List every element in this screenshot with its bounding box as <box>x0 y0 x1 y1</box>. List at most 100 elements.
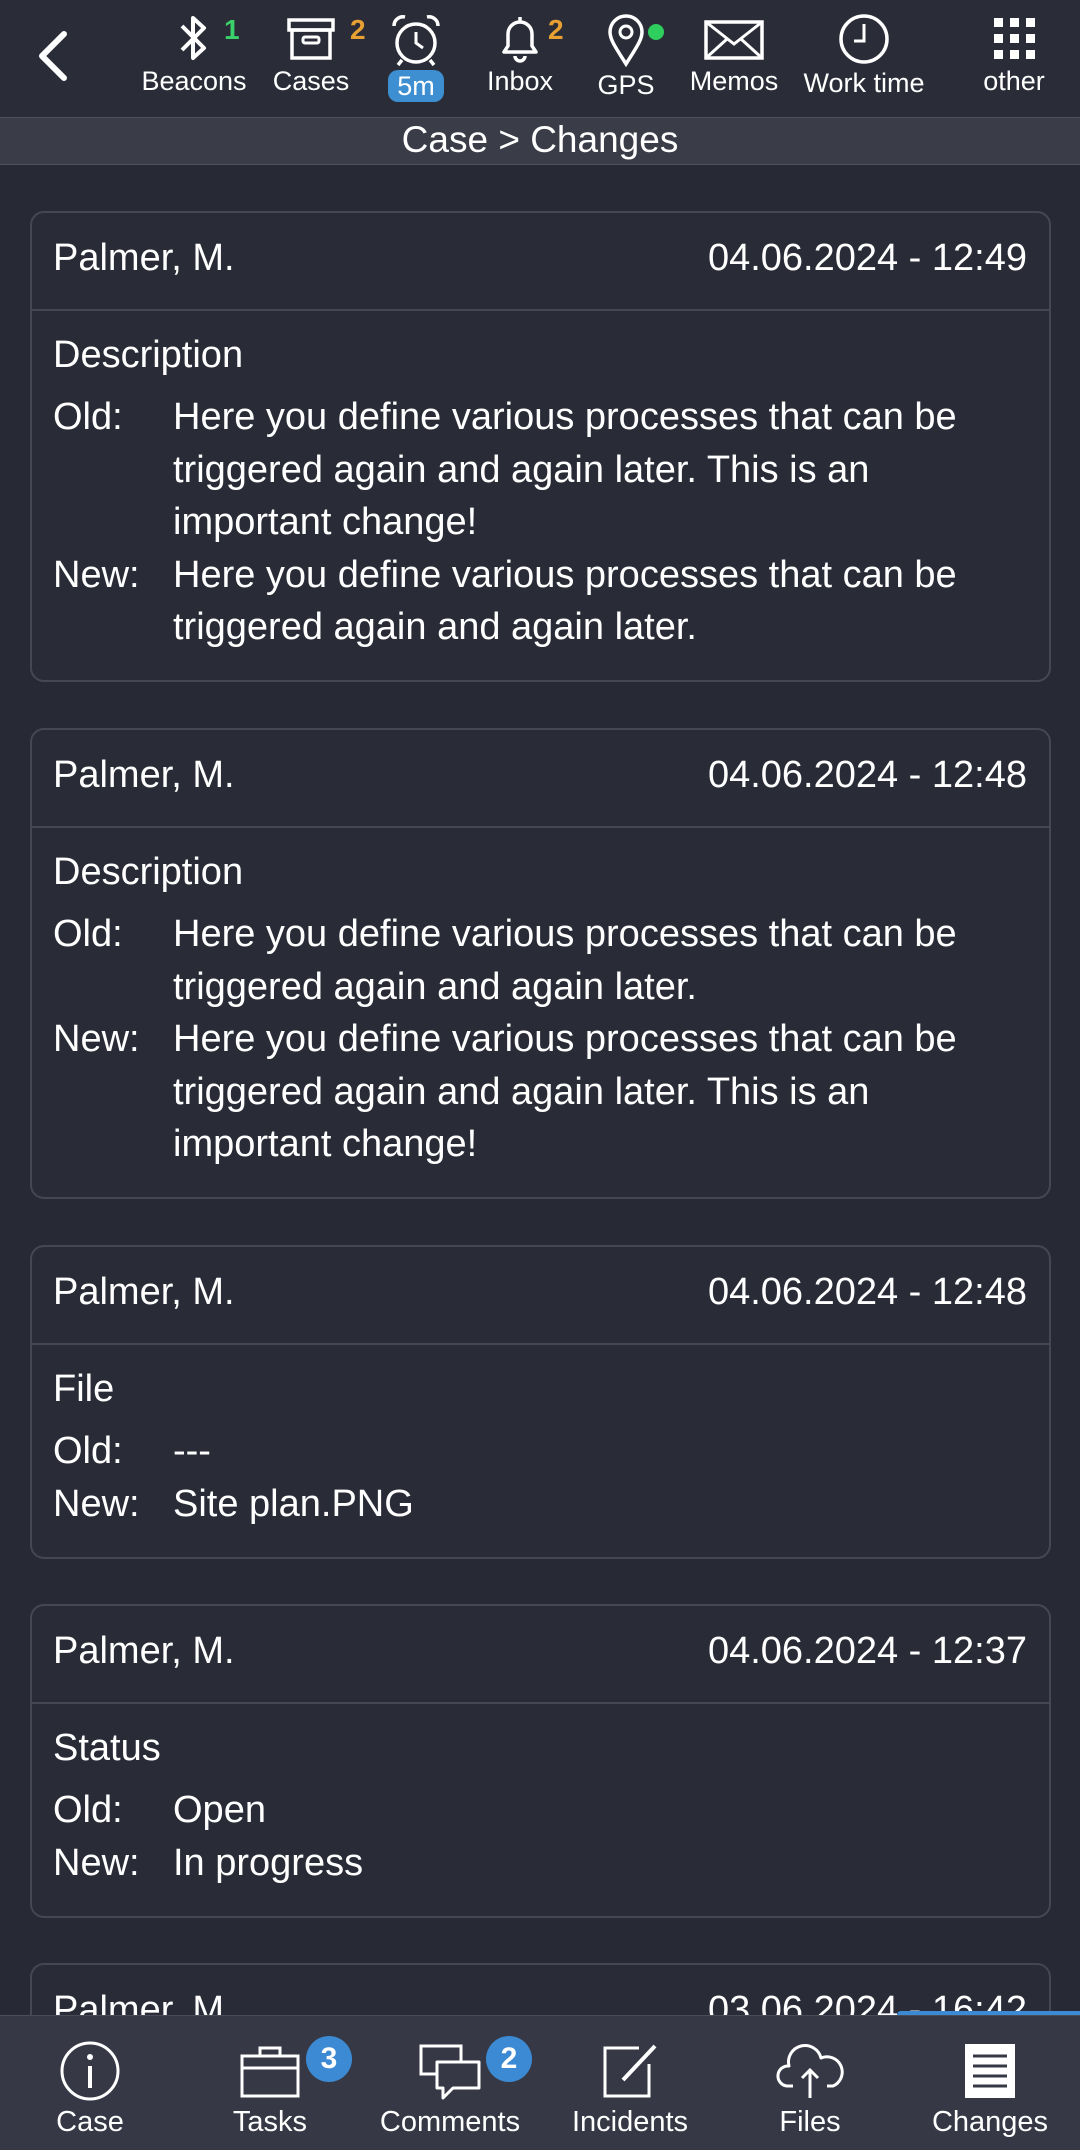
info-circle-icon <box>60 2041 120 2101</box>
change-author: Palmer, M. <box>53 1630 235 1672</box>
toolbar-gps-label: GPS <box>597 70 655 100</box>
toolbar-inbox[interactable]: Inbox 2 <box>478 12 564 112</box>
document-list-icon <box>965 2044 1015 2098</box>
change-card: Palmer, M. 04.06.2024 - 12:49 Descriptio… <box>30 211 1051 682</box>
toolbar-work-time-label: Work time <box>803 68 925 98</box>
change-timestamp: 04.06.2024 - 12:48 <box>707 754 1027 796</box>
new-label: New: <box>53 1841 140 1884</box>
new-value: In progress <box>173 1841 364 1884</box>
edit-note-icon <box>603 2044 657 2098</box>
old-value-row: Old: Here you define various processes t… <box>53 908 1028 1013</box>
old-value: Here you define various processes that c… <box>173 913 957 1008</box>
new-value: Here you define various processes that c… <box>173 553 957 649</box>
toolbar-memos-label: Memos <box>689 66 779 96</box>
change-author: Palmer, M. <box>53 754 235 796</box>
timer-badge: 5m <box>388 70 444 102</box>
toolbar-other[interactable]: other <box>966 12 1062 112</box>
tab-comments[interactable]: Comments 2 <box>360 2016 540 2150</box>
tab-changes-label: Changes <box>931 2106 1049 2138</box>
envelope-icon <box>704 20 764 60</box>
bluetooth-icon <box>180 16 206 60</box>
new-value: Site plan.PNG <box>173 1482 414 1525</box>
toolbar-memos[interactable]: Memos <box>682 12 786 112</box>
tab-files-label: Files <box>779 2106 841 2138</box>
alarm-clock-icon <box>392 15 440 67</box>
clock-icon <box>839 14 889 64</box>
toolbar-beacons-label: Beacons <box>141 66 247 96</box>
change-card-header: Palmer, M. 04.06.2024 - 12:37 <box>32 1606 1049 1704</box>
chevron-left-icon <box>39 31 67 81</box>
change-card-header: Palmer, M. 04.06.2024 - 12:48 <box>32 730 1049 828</box>
change-card: Palmer, M. 04.06.2024 - 12:37 Status Old… <box>30 1604 1051 1918</box>
old-label: Old: <box>53 1789 123 1831</box>
breadcrumb: Case > Changes <box>401 119 679 160</box>
toolbar-work-time[interactable]: Work time <box>796 12 932 112</box>
changed-field-name: Description <box>53 851 244 893</box>
toolbar-cases-label: Cases <box>272 66 350 96</box>
tab-case[interactable]: Case <box>0 2016 180 2150</box>
cases-count-badge: 2 <box>350 14 366 45</box>
changed-field-name: Status <box>53 1727 161 1769</box>
change-card-body: File Old: --- New: Site plan.PNG <box>32 1345 1049 1546</box>
toolbar-beacons[interactable]: Beacons 1 <box>136 12 252 112</box>
change-card-body: Description Old: Here you define various… <box>32 311 1049 670</box>
breadcrumb-bar: Case > Changes <box>0 117 1080 165</box>
briefcase-icon <box>240 2046 300 2098</box>
new-value-row: New: Here you define various processes t… <box>53 1013 1028 1171</box>
change-card: Palmer, M. 04.06.2024 - 12:48 File Old: … <box>30 1245 1051 1559</box>
new-label: New: <box>53 1018 140 1060</box>
tab-incidents[interactable]: Incidents <box>540 2016 720 2150</box>
tasks-count-badge: 3 <box>306 2036 352 2082</box>
top-toolbar: Beacons 1 Cases 2 5m Inbox 2 GPS Memos W… <box>0 0 1080 117</box>
change-timestamp: 04.06.2024 - 12:48 <box>707 1271 1027 1313</box>
toolbar-gps[interactable]: GPS <box>588 12 664 112</box>
change-card-header: Palmer, M. 04.06.2024 - 12:48 <box>32 1247 1049 1345</box>
old-value: Open <box>173 1789 266 1831</box>
archive-box-icon <box>287 18 335 60</box>
change-timestamp: 04.06.2024 - 12:37 <box>707 1630 1027 1672</box>
old-value-row: Old: Open <box>53 1784 1028 1837</box>
tab-files[interactable]: Files <box>720 2016 900 2150</box>
toolbar-other-label: other <box>983 66 1045 96</box>
old-value: Here you define various processes that c… <box>173 396 957 543</box>
changed-field-name: File <box>53 1368 115 1410</box>
tab-incidents-label: Incidents <box>571 2106 689 2138</box>
bell-icon <box>502 17 538 63</box>
change-card: Palmer, M. 04.06.2024 - 12:48 Descriptio… <box>30 728 1051 1199</box>
old-label: Old: <box>53 1430 123 1472</box>
change-timestamp: 04.06.2024 - 12:49 <box>707 237 1027 279</box>
toolbar-inbox-label: Inbox <box>486 66 554 96</box>
tab-comments-label: Comments <box>379 2106 521 2138</box>
old-label: Old: <box>53 396 123 438</box>
cloud-upload-icon <box>776 2044 844 2098</box>
beacons-count-badge: 1 <box>224 14 240 45</box>
new-value-row: New: Site plan.PNG <box>53 1478 1028 1531</box>
back-button[interactable] <box>28 24 84 88</box>
change-author: Palmer, M. <box>53 237 235 279</box>
change-card-header: Palmer, M. 04.06.2024 - 12:49 <box>32 213 1049 311</box>
grid-icon <box>994 18 1035 59</box>
old-value-row: Old: Here you define various processes t… <box>53 391 1028 549</box>
toolbar-timer[interactable]: 5m <box>380 12 452 112</box>
change-author: Palmer, M. <box>53 1271 235 1313</box>
new-value-row: New: In progress <box>53 1837 1028 1890</box>
gps-status-dot <box>648 24 664 40</box>
tab-tasks[interactable]: Tasks 3 <box>180 2016 360 2150</box>
new-value-row: New: Here you define various processes t… <box>53 549 1028 654</box>
old-value: --- <box>173 1430 211 1472</box>
old-value-row: Old: --- <box>53 1425 1028 1478</box>
inbox-count-badge: 2 <box>548 14 564 45</box>
new-label: New: <box>53 1482 140 1525</box>
tab-tasks-label: Tasks <box>232 2106 308 2138</box>
change-card-body: Description Old: Here you define various… <box>32 828 1049 1187</box>
comments-count-badge: 2 <box>486 2036 532 2082</box>
old-label: Old: <box>53 913 123 955</box>
new-label: New: <box>53 553 140 596</box>
speech-bubbles-icon <box>419 2044 481 2100</box>
tab-changes[interactable]: Changes <box>900 2016 1080 2150</box>
change-card-body: Status Old: Open New: In progress <box>32 1704 1049 1905</box>
changed-field-name: Description <box>53 334 244 376</box>
toolbar-cases[interactable]: Cases 2 <box>268 12 366 112</box>
new-value: Here you define various processes that c… <box>173 1018 957 1165</box>
tab-case-label: Case <box>56 2106 124 2138</box>
